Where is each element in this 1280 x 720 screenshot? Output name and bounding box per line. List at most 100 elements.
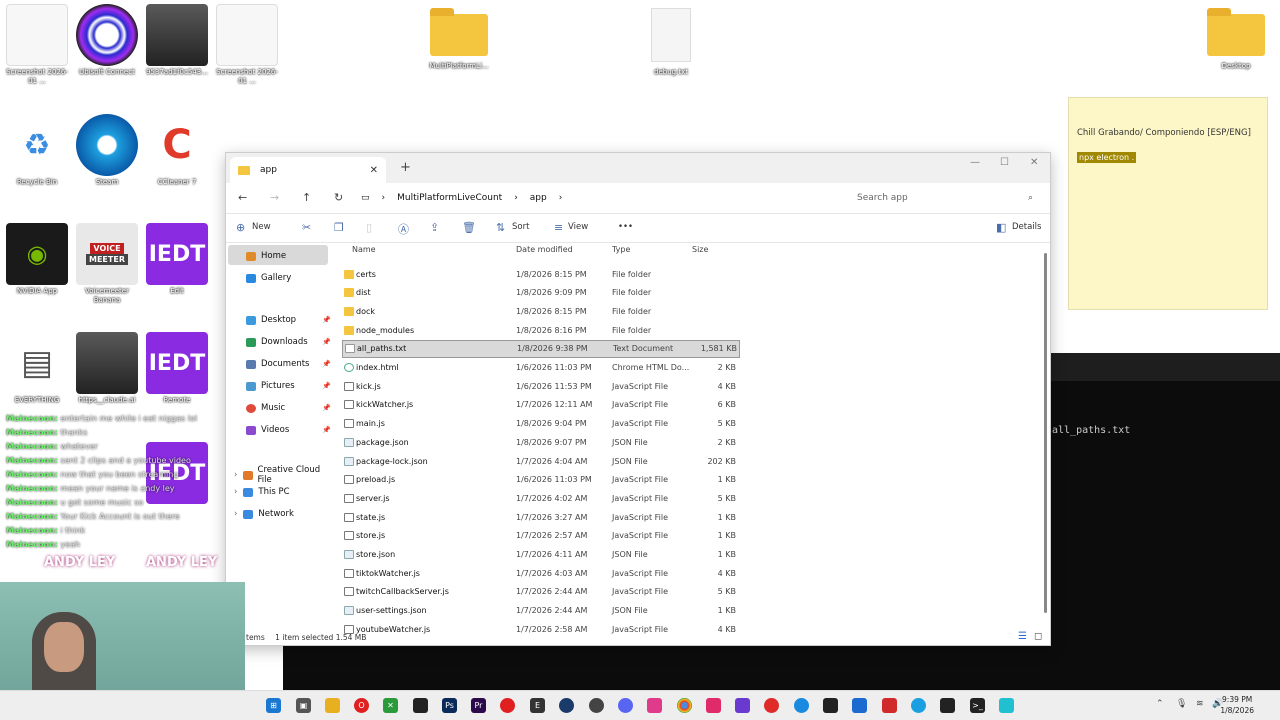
desktop-icon-recycle-bin[interactable]: ♻ Recycle Bin [2,114,72,187]
app-blue-icon[interactable] [852,698,867,713]
breadcrumb-item[interactable]: MultiPlatformLiveCount [397,193,502,203]
desktop-icon-photo[interactable]: 9537ad1f0c543... [142,4,212,77]
app-purple-icon[interactable] [735,698,750,713]
nav-item-documents[interactable]: Documents 📌 [246,359,331,369]
wifi-icon[interactable]: ≋ [1196,699,1204,709]
app-icon[interactable] [413,698,428,713]
file-row[interactable]: kickWatcher.js 1/7/2026 12:11 AM JavaScrip… [342,396,740,414]
copy-icon[interactable]: ❐ [334,221,344,234]
new-tab-button[interactable]: + [400,160,411,175]
file-row[interactable]: package-lock.json 1/7/2026 4:04 AM JSON Fi… [342,452,740,470]
tab-app[interactable]: app ✕ [230,157,386,183]
file-row[interactable]: tiktokWatcher.js 1/7/2026 4:03 AM JavaScri… [342,564,740,582]
file-row[interactable]: store.js 1/7/2026 2:57 AM JavaScript File 1… [342,527,740,545]
file-row[interactable]: certs 1/8/2026 8:15 PM File folder [342,265,740,283]
discord-icon[interactable] [618,698,633,713]
file-row[interactable]: all_paths.txt 1/8/2026 9:38 PM Text Docume… [342,339,740,358]
file-row[interactable]: server.js 1/7/2026 4:02 AM JavaScript File… [342,489,740,507]
nav-item-home[interactable]: Home [246,251,286,261]
photoshop-icon[interactable]: Ps [442,698,457,713]
start-icon[interactable]: ⊞ [266,698,281,713]
refresh-button[interactable]: ↻ [334,191,343,204]
file-row[interactable]: twitchCallbackServer.js 1/7/2026 2:44 AM J… [342,583,740,601]
task-view-icon[interactable]: ▣ [296,698,311,713]
browser-icon[interactable] [911,698,926,713]
sticky-note[interactable]: Chill Grabando/ Componiendo [ESP/ENG] np… [1068,97,1268,310]
minimize-button[interactable]: — [970,157,980,168]
breadcrumb[interactable]: ▭ › MultiPlatformLiveCount › app › [361,187,847,209]
app-pink-icon[interactable] [647,698,662,713]
close-tab-icon[interactable]: ✕ [370,165,378,176]
more-options-button[interactable]: ••• [618,222,633,232]
file-row[interactable]: node_modules 1/8/2026 8:16 PM File folder [342,321,740,339]
file-row[interactable]: store.json 1/7/2026 4:11 AM JSON File 1 KB [342,546,740,564]
nav-item-gallery[interactable]: Gallery [246,273,291,283]
desktop-icon-debug-txt[interactable]: debug.txt [636,4,706,77]
details-button[interactable]: Details [1012,222,1041,232]
nav-item-music[interactable]: Music 📌 [246,403,331,413]
desktop-icon-steam[interactable]: Steam [72,114,142,187]
up-button[interactable]: ↑ [302,191,311,204]
column-header-name[interactable]: Name [352,245,376,254]
desktop-icon-multiplatform-folder[interactable]: MultiPlatformLi... [424,4,494,71]
paste-icon[interactable]: ▯ [366,221,372,234]
file-row[interactable]: dist 1/8/2026 9:09 PM File folder [342,284,740,302]
rename-icon[interactable]: Ⓐ [398,221,409,237]
file-row[interactable]: index.html 1/6/2026 11:03 PM Chrome HTML D… [342,359,740,377]
desktop-icon-screenshot-2[interactable]: Screenshot 2026-01 ... [212,4,282,86]
search-input[interactable]: Search app ⌕ [853,187,1043,209]
cut-icon[interactable]: ✂ [302,221,311,234]
file-row[interactable]: user-settings.json 1/7/2026 2:44 AM JSON F… [342,602,740,620]
new-button[interactable]: New [252,222,271,232]
file-explorer-icon[interactable] [325,698,340,713]
tiktok-icon[interactable] [706,698,721,713]
epic-games-icon[interactable]: E [530,698,545,713]
column-header-date[interactable]: Date modified [516,245,573,254]
edge-icon[interactable] [794,698,809,713]
maximize-button[interactable]: ☐ [1000,157,1009,168]
chrome-icon[interactable] [677,698,692,713]
terminal-window[interactable]: all_paths.txt [1050,353,1280,690]
desktop-icon-everything[interactable]: ▤ EVERYTHING [2,332,72,405]
steam-icon[interactable] [559,698,574,713]
file-row[interactable]: state.js 1/7/2026 3:27 AM JavaScript File 1… [342,508,740,526]
back-button[interactable]: ← [238,191,247,204]
nav-item-network[interactable]: › Network [234,509,294,519]
desktop-icon-claude-link[interactable]: https__claude.ai [72,332,142,405]
file-row[interactable]: youtubeWatcher.js 1/7/2026 2:58 AM JavaScr… [342,620,740,638]
nav-item-this-pc[interactable]: › This PC [234,487,290,497]
sort-button[interactable]: Sort [512,222,529,232]
desktop-icon-ubisoft[interactable]: Ubisoft Connect [72,4,142,77]
forward-button[interactable]: → [270,191,279,204]
file-row[interactable]: dock 1/8/2026 8:15 PM File folder [342,302,740,320]
app-red-icon[interactable] [764,698,779,713]
desktop-icon-desktop-folder[interactable]: Desktop [1201,4,1271,71]
microphone-icon[interactable]: 🎙 [1176,699,1187,709]
nav-item-desktop[interactable]: Desktop 📌 [246,315,331,325]
obs-icon[interactable] [589,698,604,713]
desktop-icon-edit[interactable]: IEDT Edit [142,223,212,296]
ccleaner-taskbar-icon[interactable] [882,698,897,713]
app-cyan-icon[interactable] [999,698,1014,713]
opera-icon[interactable]: O [354,698,369,713]
desktop-icon-remote[interactable]: IEDT Remote [142,332,212,405]
file-row[interactable]: package.json 1/8/2026 9:07 PM JSON File 2 K… [342,433,740,451]
column-header-type[interactable]: Type [612,245,630,254]
desktop-icon-ccleaner[interactable]: C CCleaner 7 [142,114,212,187]
desktop-icon-voicemeeter[interactable]: VOICE MEETER Voicemeeter Banana [72,223,142,305]
nav-item-videos[interactable]: Videos 📌 [246,425,331,435]
view-button[interactable]: View [568,222,588,232]
desktop-icon-nvidia[interactable]: ◉ NVIDIA App [2,223,72,296]
delete-icon[interactable]: 🗑 [462,221,476,234]
nav-item-creative-cloud[interactable]: › Creative Cloud File [234,465,330,485]
clock[interactable]: 9:39 PM 1/8/2026 [1220,694,1254,716]
details-view-icon[interactable]: ☰ [1018,631,1027,642]
app-dark-icon[interactable] [823,698,838,713]
nav-item-pictures[interactable]: Pictures 📌 [246,381,331,391]
app-black-icon[interactable] [940,698,955,713]
tray-chevron-icon[interactable]: ⌃ [1156,699,1164,709]
file-row[interactable]: kick.js 1/6/2026 11:53 PM JavaScript File 4… [342,377,740,395]
premiere-icon[interactable]: Pr [471,698,486,713]
xbox-icon[interactable]: ✕ [383,698,398,713]
record-icon[interactable] [500,698,515,713]
